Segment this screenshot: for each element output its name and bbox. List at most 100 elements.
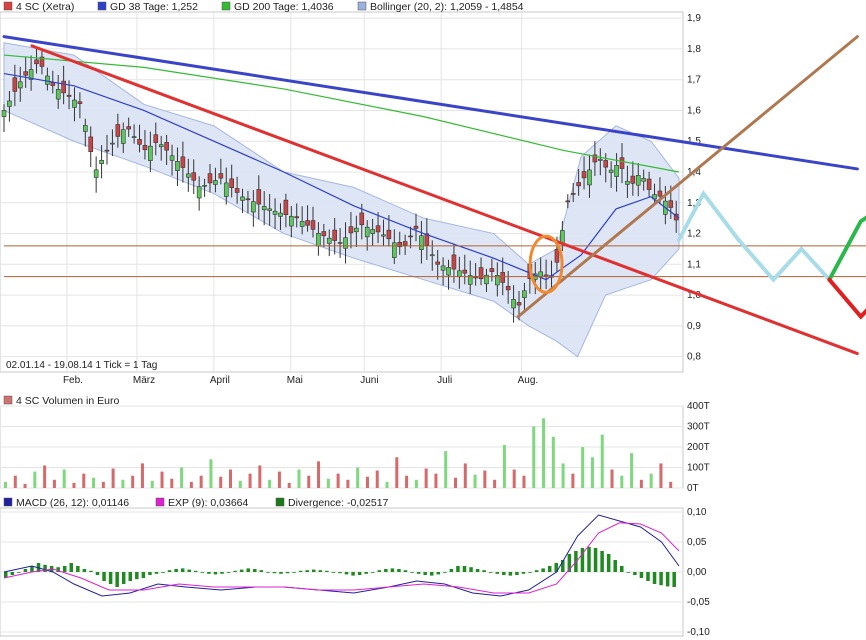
divergence-bar (141, 572, 146, 578)
candle-body (657, 190, 663, 197)
price-y-tick-label: 1,8 (687, 44, 701, 55)
divergence-bar (95, 572, 100, 575)
volume-bar (512, 469, 516, 488)
divergence-bar (606, 554, 611, 572)
volume-bar (434, 473, 438, 488)
divergence-bar (325, 570, 329, 572)
divergence-bar (370, 572, 375, 573)
legend-label: 4 SC (Xetra) (16, 1, 74, 13)
volume-bar (444, 451, 448, 488)
divergence-bar (174, 569, 178, 572)
divergence-bar (23, 569, 28, 572)
legend-label: Bollinger (20, 2): 1,2059 - 1,4854 (370, 1, 524, 13)
candle-body (66, 94, 72, 97)
price-y-tick-label: 1,1 (687, 259, 701, 270)
candle-body (131, 136, 137, 138)
price-y-tick-label: 0,8 (687, 352, 701, 363)
volume-bar (424, 468, 428, 488)
divergence-bar (502, 572, 506, 575)
divergence-bar (82, 569, 87, 572)
divergence-bar (521, 572, 526, 574)
volume-bar (336, 473, 340, 488)
volume-bar (23, 483, 27, 488)
volume-bar (649, 473, 653, 488)
price-x-axis: Feb. März April Mai Juni Juli Aug. (63, 375, 538, 386)
volume-bar (405, 475, 409, 488)
divergence-bar (443, 572, 447, 573)
candle-body (316, 232, 321, 247)
divergence-bar (338, 572, 342, 574)
volume-bar (395, 457, 399, 488)
candle-body (614, 165, 619, 177)
divergence-bar (633, 572, 637, 575)
candle-body (148, 145, 153, 161)
candle-body (326, 237, 332, 244)
volume-bar (121, 479, 125, 488)
divergence-bar (298, 570, 303, 572)
volume-bar (532, 426, 536, 488)
volume-y-axis: 0T 100T 200T 300T 400T (687, 401, 710, 494)
candle-body (153, 134, 159, 143)
candle-body (554, 249, 560, 263)
candle-body (278, 212, 283, 217)
candle-body (180, 156, 186, 168)
price-y-tick-label: 1,6 (687, 105, 701, 116)
divergence-bar (279, 572, 283, 574)
candle-body (625, 180, 630, 185)
divergence-bar (449, 569, 454, 572)
macd-legend-label: EXP (9): 0,03664 (168, 497, 249, 509)
candle-body (245, 198, 251, 201)
volume-bar (131, 475, 135, 488)
divergence-bar (161, 572, 165, 573)
candle-body (451, 254, 457, 270)
volume-y-tick-label: 100T (687, 463, 710, 474)
divergence-bar (115, 572, 119, 587)
divergence-bar (639, 572, 644, 578)
price-x-tick-label: April (210, 375, 230, 386)
volume-bar (277, 471, 281, 488)
legend-swatch (357, 1, 367, 11)
volume-bar (502, 444, 506, 488)
legend-swatch (3, 1, 13, 11)
divergence-bar (423, 572, 427, 575)
scenario-zigzag-red (827, 277, 866, 320)
candle-body (50, 82, 56, 86)
candle-body (169, 155, 175, 161)
candle-body (587, 169, 592, 186)
candle-body (213, 180, 218, 185)
macd-y-tick-label: -0,05 (687, 597, 710, 608)
candle-body (55, 89, 61, 100)
divergence-bar (377, 570, 382, 572)
divergence-bar (43, 564, 47, 572)
divergence-bar (331, 572, 336, 573)
scenario-zigzag-green (827, 215, 866, 282)
info-text: 02.01.14 - 19.08.14 1 Tick = 1 Tag (6, 360, 157, 371)
legend-swatch (97, 1, 107, 11)
volume-bar (297, 469, 301, 488)
price-x-tick-label: Juli (437, 375, 452, 386)
volume-bar (180, 467, 184, 488)
candle-body (500, 272, 506, 283)
price-x-tick-label: Feb. (63, 375, 83, 386)
candle-body (332, 229, 337, 241)
volume-bar (248, 473, 252, 488)
candle-body (381, 234, 386, 237)
divergence-bar (305, 570, 309, 572)
price-y-axis: 0,80,91,01,11,21,31,41,51,61,71,81,9 (687, 13, 701, 362)
candle-body (402, 241, 408, 246)
divergence-bar (76, 566, 80, 572)
candle-body (603, 160, 609, 168)
volume-bar (346, 479, 350, 488)
candle-body (608, 169, 614, 173)
candle-body (305, 220, 310, 226)
divergence-bar (462, 566, 467, 572)
candle-body (646, 178, 652, 190)
candle-body (560, 230, 565, 244)
volume-bar (72, 482, 76, 488)
scenario-zigzag-light-blue (677, 189, 832, 283)
volume-bar (581, 447, 585, 488)
volume-bar (571, 473, 575, 488)
volume-bar (473, 474, 477, 488)
divergence-bar (390, 568, 395, 572)
macd-y-tick-label: 0,05 (687, 537, 707, 548)
